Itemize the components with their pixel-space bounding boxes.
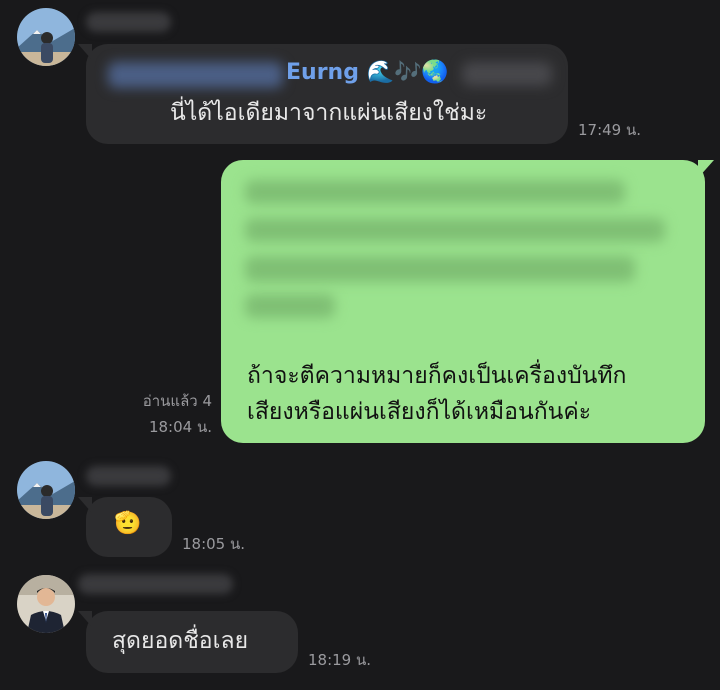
quoted-text-redacted — [245, 180, 625, 204]
message-bubble-outgoing[interactable]: ถ้าจะตีความหมายก็คงเป็นเครื่องบันทึก เสี… — [221, 160, 714, 443]
read-status: อ่านแล้ว 4 — [142, 392, 212, 410]
message-text-line2: เสียงหรือแผ่นเสียงก็ได้เหมือนกันค่ะ — [247, 399, 592, 425]
message-time: 18:05 น. — [182, 535, 246, 553]
message-text: นี่ได้ไอเดียมาจากแผ่นเสียงใช่มะ — [170, 100, 488, 126]
message-bubble-incoming[interactable]: 🫡 — [78, 497, 172, 557]
sender-name-redacted — [86, 466, 171, 486]
message-text: สุดยอดชื่อเลย — [112, 628, 249, 654]
avatar-man-suit-icon — [17, 575, 75, 633]
quoted-text-redacted — [245, 218, 665, 242]
avatar-mountain-icon — [17, 461, 75, 519]
message-time: 17:49 น. — [578, 121, 642, 139]
message-time: 18:04 น. — [148, 418, 212, 436]
quoted-text-redacted — [245, 256, 635, 282]
avatar-mountain-icon — [17, 8, 75, 66]
sender-avatar[interactable] — [17, 8, 75, 66]
reply-name-redacted — [108, 62, 283, 88]
quoted-text-redacted — [245, 294, 335, 318]
message-bubble-incoming[interactable]: สุดยอดชื่อเลย — [78, 611, 298, 673]
sender-name-redacted — [78, 574, 233, 594]
message-bubble-incoming[interactable]: Eurng 🌊🎶🌏 นี่ได้ไอเดียมาจากแผ่นเสียงใช่ม… — [78, 44, 568, 144]
sender-avatar[interactable] — [17, 461, 75, 519]
message-time: 18:19 น. — [308, 651, 372, 669]
message-text-line1: ถ้าจะตีความหมายก็คงเป็นเครื่องบันทึก — [247, 363, 627, 389]
sender-name-redacted — [86, 12, 171, 32]
salute-emoji-icon: 🫡 — [114, 511, 142, 536]
reply-preview-redacted — [462, 62, 552, 86]
reply-preview-name: Eurng 🌊🎶🌏 — [286, 60, 449, 85]
sender-avatar[interactable] — [17, 575, 75, 633]
